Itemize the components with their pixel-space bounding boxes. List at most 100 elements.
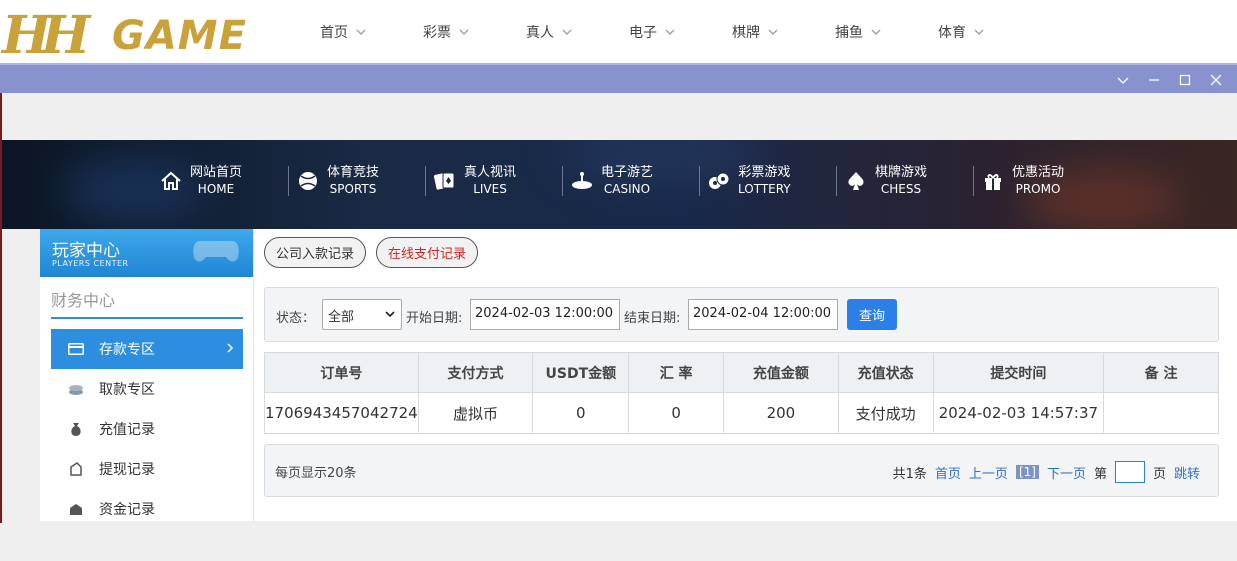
finance-menu: 存款专区 取款专区 充值记录 提现记录 资金记录 [51,329,243,529]
banner-nav-text: 棋牌游戏 CHESS [875,164,927,198]
menu-item-withdraw[interactable]: 取款专区 [51,369,243,409]
top-header: HH GAME 首页 彩票 真人 电子 棋牌 捕鱼 体育 [0,0,1237,68]
end-date-label: 结束日期: [624,311,681,326]
menu-item-label: 取款专区 [99,382,155,398]
chevron-down-icon [562,29,572,36]
menu-item-withdraw-records[interactable]: 提现记录 [51,449,243,489]
top-nav: 首页 彩票 真人 电子 棋牌 捕鱼 体育 [320,22,1041,42]
banner-nav-en: HOME [197,182,235,196]
jump-link[interactable]: 跳转 [1174,467,1200,482]
top-nav-item[interactable]: 首页 [320,22,423,42]
banner-nav-casino[interactable]: 电子游艺 CASINO [563,164,700,198]
top-nav-item[interactable]: 电子 [629,22,732,42]
top-nav-item[interactable]: 棋牌 [732,22,835,42]
banner-nav-text: 彩票游戏 LOTTERY [738,164,791,198]
submit-time-cell: 2024-02-03 14:57:37 [933,392,1105,434]
roulette-icon [563,166,601,196]
chevron-down-icon [459,29,469,36]
chevron-down-icon [356,29,366,36]
recharge-amount-cell: 200 [723,392,839,434]
page-prefix: 第 [1093,466,1107,482]
banner-nav-sports[interactable]: 体育竞技 SPORTS [289,164,426,198]
column-header: 支付方式 [418,352,534,393]
top-nav-label: 体育 [938,25,966,41]
maximize-icon [1179,74,1190,86]
banner-nav-lottery[interactable]: 彩票游戏 LOTTERY [700,164,837,198]
column-header: 充值金额 [723,352,839,393]
table-row: 1706943457042724 虚拟币 0 0 200 支付成功 2024-0… [264,392,1219,434]
players-center-title: 玩家中心 [52,241,120,261]
banner-nav-zh: 棋牌游戏 [875,165,928,180]
banner-nav-promo[interactable]: 优惠活动 PROMO [974,164,1111,198]
start-date-input[interactable]: 2024-02-03 12:00:00 [470,299,620,330]
top-nav-label: 捕鱼 [835,25,863,41]
banner-nav-lives[interactable]: 真人视讯 LIVES [426,164,563,198]
status-label: 状态： [276,311,316,326]
tab-online-payment-records[interactable]: 在线支付记录 [376,237,478,268]
top-nav-label: 首页 [320,25,348,41]
banner-nav-zh: 彩票游戏 [738,165,791,180]
site-logo[interactable]: HH GAME [0,6,265,64]
next-page-link[interactable]: 下一页 [1047,467,1086,482]
finance-center-heading: 财务中心 [51,287,243,319]
top-nav-item[interactable]: 真人 [526,22,629,42]
banner-nav-chess[interactable]: 棋牌游戏 CHESS [837,164,974,198]
minimize-button[interactable] [1138,71,1169,89]
banner-nav-zh: 优惠活动 [1012,165,1065,180]
menu-item-deposit[interactable]: 存款专区 [51,329,243,369]
top-nav-item[interactable]: 彩票 [423,22,526,42]
banner-nav-text: 体育竞技 SPORTS [327,164,379,198]
top-nav-item[interactable]: 捕鱼 [835,22,938,42]
usdt-amount-cell: 0 [532,392,630,434]
start-date-label: 开始日期: [406,311,463,326]
banner-nav-zh: 真人视讯 [464,165,517,180]
money-bag-icon [67,420,85,438]
top-nav-label: 电子 [629,25,657,41]
total-count: 共1条 [892,466,927,482]
pagination-controls: 共1条 首页 上一页 [1] 下一页 第 页 跳转 [885,461,1200,483]
top-nav-item[interactable]: 体育 [938,22,1041,42]
banner-nav-en: CASINO [603,182,651,196]
pagination-bar: 每页显示20条 共1条 首页 上一页 [1] 下一页 第 页 跳转 [264,444,1219,497]
banner-nav-text: 网站首页 HOME [190,164,242,198]
status-select[interactable]: 全部 [322,299,402,330]
menu-item-label: 存款专区 [99,342,155,358]
tab-company-deposit-records[interactable]: 公司入款记录 [264,237,366,268]
lottery-balls-icon [700,166,738,196]
menu-item-fund-records[interactable]: 资金记录 [51,489,243,529]
banner-nav-text: 优惠活动 PROMO [1012,164,1064,198]
end-date-input[interactable]: 2024-02-04 12:00:00 [688,299,838,330]
first-page-link[interactable]: 首页 [935,467,961,482]
maximize-button[interactable] [1169,71,1200,89]
query-button[interactable]: 查询 [847,299,897,330]
status-select-value: 全部 [328,310,355,325]
banner-nav-en: LIVES [473,182,507,196]
players-center-subtitle: PLAYERS CENTER [52,259,129,268]
menu-item-label: 充值记录 [99,422,155,438]
chevron-down-icon [974,29,984,36]
table-header-row: 订单号 支付方式 USDT金额 汇 率 充值金额 充值状态 提交时间 备 注 [264,352,1219,393]
close-button[interactable] [1200,71,1231,89]
spade-icon [837,166,875,196]
cards-icon [426,166,464,196]
banner-nav-home[interactable]: 网站首页 HOME [152,164,289,198]
menu-item-recharge-records[interactable]: 充值记录 [51,409,243,449]
page-number-input[interactable] [1114,461,1145,483]
column-header: 充值状态 [838,352,934,393]
column-header: 汇 率 [628,352,725,393]
prev-page-link[interactable]: 上一页 [969,467,1008,482]
banner-nav-en: LOTTERY [738,182,791,196]
column-header: 订单号 [264,352,419,393]
current-page[interactable]: [1] [1015,464,1039,479]
column-header: 提交时间 [933,352,1105,393]
banner-nav-zh: 体育竞技 [327,165,380,180]
window-controls [1107,71,1231,89]
banner-nav-text: 真人视讯 LIVES [464,164,516,198]
banner-nav-text: 电子游艺 CASINO [601,164,653,198]
close-icon [1210,74,1221,86]
menu-item-label: 提现记录 [99,462,155,478]
chevron-down-icon [385,311,395,318]
collapse-button[interactable] [1107,71,1138,89]
column-header: 备 注 [1103,352,1219,393]
gamepad-icon [193,241,239,262]
